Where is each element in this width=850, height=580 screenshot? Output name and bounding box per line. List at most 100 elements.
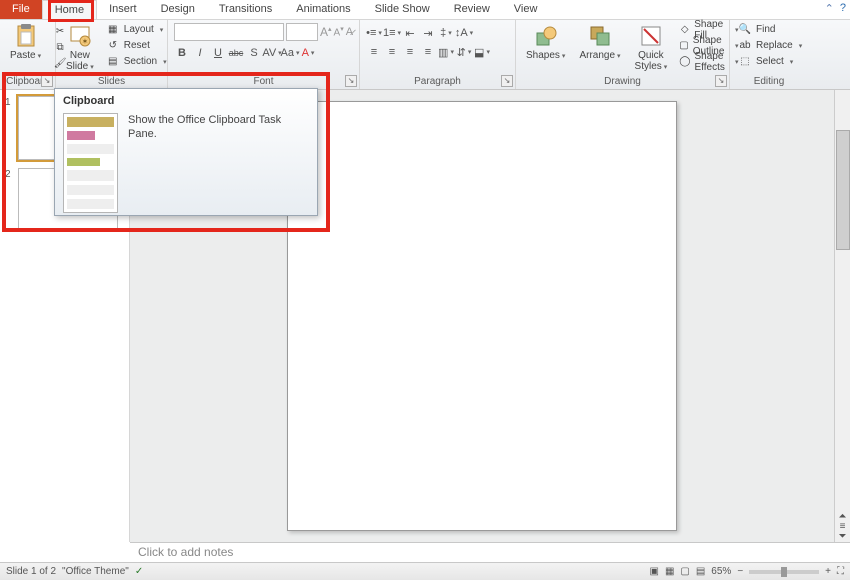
zoom-in-button[interactable]: +: [825, 566, 831, 577]
group-drawing: Shapes Arrange Quick Styles ◇Shape Fill …: [516, 20, 730, 89]
shapes-icon: [534, 24, 558, 48]
view-reading-button[interactable]: ▢: [680, 566, 689, 577]
shapes-button[interactable]: Shapes: [522, 22, 569, 63]
tooltip-text: Show the Office Clipboard Task Pane.: [128, 113, 309, 213]
notes-pane[interactable]: Click to add notes: [130, 542, 850, 562]
tab-review[interactable]: Review: [442, 0, 502, 19]
thumb-number: 1: [5, 97, 11, 108]
spellcheck-icon[interactable]: ✓: [135, 566, 143, 577]
effects-icon: ◯: [679, 55, 690, 69]
change-case-button[interactable]: Aa: [282, 45, 298, 61]
font-dialog-launcher[interactable]: ↘: [345, 75, 357, 87]
tab-home[interactable]: Home: [42, 0, 97, 19]
layout-label: Layout: [124, 24, 154, 35]
grow-font-button[interactable]: A▴: [320, 25, 332, 39]
bold-button[interactable]: B: [174, 45, 190, 61]
status-theme: "Office Theme": [62, 566, 129, 577]
strike-button[interactable]: abc: [228, 45, 244, 61]
layout-button[interactable]: ▦Layout: [104, 22, 169, 37]
arrange-icon: [588, 24, 612, 48]
shadow-button[interactable]: S: [246, 45, 262, 61]
shape-effects-label: Shape Effects: [694, 51, 728, 73]
align-right-button[interactable]: ≡: [402, 44, 418, 60]
tooltip-title: Clipboard: [63, 95, 309, 107]
clipboard-tooltip: Clipboard Show the Office Clipboard Task…: [54, 88, 318, 216]
decrease-indent-button[interactable]: ⇤: [402, 25, 418, 41]
select-icon: ⬚: [738, 55, 752, 69]
ribbon: Paste ✂ ⧉ 🖌 Clipboard ↘ ✶ New Slide ▦Lay…: [0, 20, 850, 90]
clear-format-button[interactable]: A̷: [346, 26, 353, 38]
tab-design[interactable]: Design: [149, 0, 207, 19]
group-paragraph: •≡ 1≡ ⇤ ⇥ ‡ ↕A ≡ ≡ ≡ ≡ ▥ ⇵ ⬓ Paragraph ↘: [360, 20, 516, 89]
status-slide-count: Slide 1 of 2: [6, 566, 56, 577]
align-center-button[interactable]: ≡: [384, 44, 400, 60]
smartart-button[interactable]: ⬓: [474, 44, 490, 60]
replace-icon: ab: [738, 39, 752, 53]
tab-animations[interactable]: Animations: [284, 0, 362, 19]
zoom-slider[interactable]: [749, 570, 819, 574]
vertical-scrollbar[interactable]: ⏶ ≡ ⏷: [834, 90, 850, 542]
italic-button[interactable]: I: [192, 45, 208, 61]
next-slide-button[interactable]: ⏷: [839, 532, 847, 542]
view-slideshow-button[interactable]: ▤: [696, 566, 705, 577]
help-icon[interactable]: ?: [840, 2, 846, 15]
clipboard-dialog-launcher[interactable]: ↘: [41, 75, 53, 87]
find-button[interactable]: 🔍 Find: [736, 22, 804, 37]
tooltip-preview-image: [63, 113, 118, 213]
tab-insert[interactable]: Insert: [97, 0, 149, 19]
underline-button[interactable]: U: [210, 45, 226, 61]
replace-label: Replace: [756, 40, 793, 51]
group-drawing-label: Drawing: [522, 76, 723, 89]
outline-icon: ▢: [679, 39, 688, 53]
text-direction-button[interactable]: ↕A: [456, 25, 472, 41]
tab-file[interactable]: File: [0, 0, 42, 19]
group-font: A▴ A▾ A̷ B I U abc S AV Aa A Font ↘: [168, 20, 360, 89]
align-left-button[interactable]: ≡: [366, 44, 382, 60]
view-sorter-button[interactable]: ▦: [665, 566, 674, 577]
bullets-button[interactable]: •≡: [366, 25, 382, 41]
font-size-combo[interactable]: [286, 23, 318, 41]
view-normal-button[interactable]: ▣: [649, 566, 658, 577]
select-button[interactable]: ⬚Select: [736, 54, 804, 69]
shrink-font-button[interactable]: A▾: [334, 25, 344, 38]
slide-canvas[interactable]: [287, 101, 677, 531]
align-text-button[interactable]: ⇵: [456, 44, 472, 60]
columns-button[interactable]: ▥: [438, 44, 454, 60]
quick-styles-button[interactable]: Quick Styles: [631, 22, 672, 74]
increase-indent-button[interactable]: ⇥: [420, 25, 436, 41]
section-icon: ▤: [106, 55, 120, 69]
section-label: Section: [124, 56, 157, 67]
numbering-button[interactable]: 1≡: [384, 25, 400, 41]
shapes-label: Shapes: [526, 50, 565, 61]
font-name-combo[interactable]: [174, 23, 284, 41]
justify-button[interactable]: ≡: [420, 44, 436, 60]
replace-button[interactable]: ab Replace: [736, 38, 804, 53]
find-label: Find: [756, 24, 775, 35]
tab-view[interactable]: View: [502, 0, 550, 19]
arrange-button[interactable]: Arrange: [575, 22, 624, 63]
status-bar: Slide 1 of 2 "Office Theme" ✓ ▣ ▦ ▢ ▤ 65…: [0, 562, 850, 580]
tab-slideshow[interactable]: Slide Show: [363, 0, 442, 19]
new-slide-label: New Slide: [66, 50, 94, 72]
font-color-button[interactable]: A: [300, 45, 316, 61]
quick-styles-label: Quick Styles: [635, 50, 668, 72]
group-paragraph-label: Paragraph: [366, 76, 509, 89]
line-spacing-button[interactable]: ‡: [438, 25, 454, 41]
zoom-out-button[interactable]: −: [737, 566, 743, 577]
drawing-dialog-launcher[interactable]: ↘: [715, 75, 727, 87]
find-icon: 🔍: [738, 23, 752, 37]
minimize-ribbon-icon[interactable]: ⌃: [825, 2, 834, 15]
scrollbar-thumb[interactable]: [836, 130, 850, 250]
quick-styles-icon: [639, 24, 663, 48]
reset-label: Reset: [124, 40, 150, 51]
fit-to-window-button[interactable]: ⛶: [837, 566, 844, 577]
section-button[interactable]: ▤ Section: [104, 54, 169, 69]
tab-transitions[interactable]: Transitions: [207, 0, 284, 19]
paste-button[interactable]: Paste: [6, 22, 45, 63]
zoom-level[interactable]: 65%: [711, 566, 731, 577]
group-editing: 🔍Find abReplace ⬚Select Editing: [730, 20, 808, 89]
reset-button[interactable]: ↺Reset: [104, 38, 169, 53]
char-spacing-button[interactable]: AV: [264, 45, 280, 61]
new-slide-button[interactable]: ✶ New Slide: [62, 22, 98, 74]
paragraph-dialog-launcher[interactable]: ↘: [501, 75, 513, 87]
